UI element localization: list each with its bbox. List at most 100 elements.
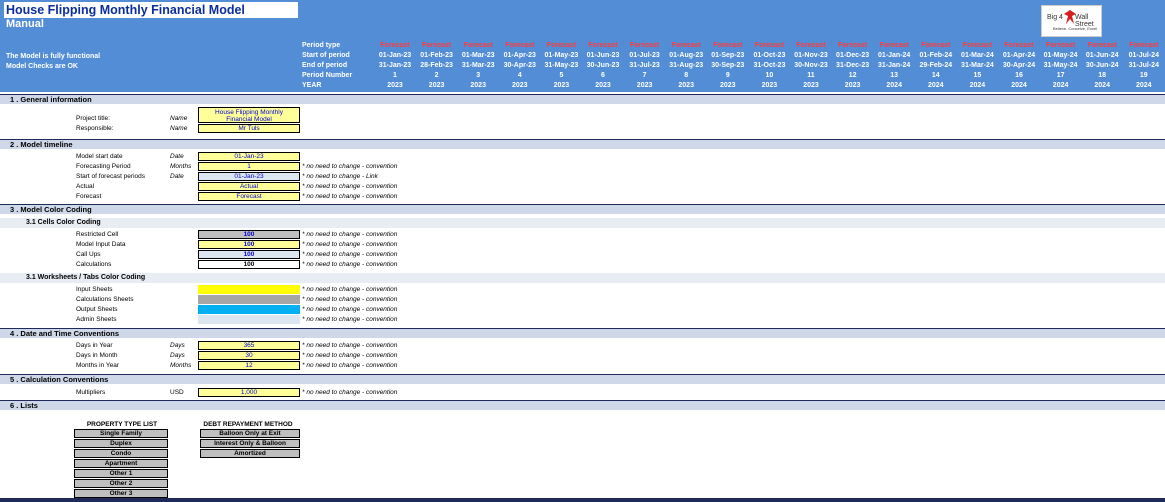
- responsible-unit: Name: [170, 125, 188, 132]
- period-start-cell: 01-Apr-23: [503, 52, 536, 59]
- timeline-row-unit: Date: [170, 173, 184, 180]
- period-year-cell: 2023: [803, 82, 819, 89]
- period-start-cell: 01-Nov-23: [794, 52, 828, 59]
- period-year-cell: 2024: [969, 82, 986, 89]
- cell-coding-row-input[interactable]: 100: [198, 240, 300, 249]
- period-type-cell: Forecast: [956, 42, 999, 49]
- datetime-row-note: * no need to change - convention: [302, 362, 398, 369]
- sheet-coding-row-label: Output Sheets: [76, 306, 118, 313]
- period-end-cell: 30-Apr-24: [1002, 62, 1036, 69]
- period-type-cell: Forecast: [665, 42, 708, 49]
- period-year-cell: 2024: [1094, 82, 1110, 89]
- period-type-cell: Forecast: [790, 42, 832, 49]
- project-unit: Name: [170, 115, 188, 122]
- period-end-cell: 30-Jun-24: [1085, 62, 1119, 69]
- multipliers-input[interactable]: 1,000: [198, 388, 300, 397]
- multipliers-unit: USD: [170, 389, 184, 396]
- property-list-header: PROPERTY TYPE LIST: [86, 421, 158, 428]
- timeline-row-input[interactable]: 1: [198, 162, 300, 171]
- cell-coding-row-note: * no need to change - convention: [302, 241, 398, 248]
- period-end-cell: 31-May-23: [544, 62, 579, 69]
- cell-coding-row-label: Calculations: [76, 261, 112, 268]
- period-type-cell: Forecast: [873, 42, 916, 49]
- timeline-row-note: * no need to change - convention: [302, 193, 398, 200]
- sheet-coding-row-note: * no need to change - convention: [302, 286, 398, 293]
- period-type-cell: Forecast: [748, 42, 791, 49]
- datetime-row-unit: Days: [170, 352, 185, 359]
- property-type-item: Other 3: [74, 489, 168, 498]
- sheet-title: Manual: [6, 18, 44, 30]
- debt-list-header: DEBT REPAYMENT METHOD: [203, 421, 293, 428]
- sheet-coding-row-note: * no need to change - convention: [302, 296, 398, 303]
- period-year-cell: 2024: [1136, 82, 1152, 89]
- period-number-cell: 7: [642, 72, 647, 79]
- period-start-cell: 01-Jun-24: [1085, 52, 1119, 59]
- period-type-cell: Forecast: [374, 42, 416, 49]
- period-year-cell: 2023: [844, 82, 861, 89]
- period-end-cell: 31-Mar-23: [461, 62, 495, 69]
- debt-method-item: Amortized: [200, 449, 300, 458]
- period-number-cell: 14: [931, 72, 940, 79]
- section-lists: 6 . Lists: [0, 400, 1165, 410]
- cell-coding-row-label: Model Input Data: [76, 241, 126, 248]
- row-label-end: End of period: [302, 62, 348, 69]
- datetime-row-input[interactable]: 365: [198, 341, 300, 350]
- cell-coding-row-note: * no need to change - convention: [302, 231, 398, 238]
- period-type-cell: Forecast: [1039, 42, 1082, 49]
- period-number-cell: 8: [684, 72, 689, 79]
- period-year-cell: 2023: [678, 82, 694, 89]
- timeline-row-unit: Months: [170, 163, 192, 170]
- section-date-time: 4 . Date and Time Conventions: [0, 328, 1165, 338]
- timeline-row-label: Start of forecast periods: [76, 173, 146, 180]
- period-year-cell: 2024: [1052, 82, 1069, 89]
- section-color-coding: 3 . Model Color Coding: [0, 204, 1165, 214]
- period-number-cell: 11: [807, 72, 815, 79]
- responsible-label: Responsible:: [76, 125, 114, 132]
- sheet-coding-row-swatch: [198, 315, 300, 324]
- period-start-cell: 01-Jan-24: [878, 52, 911, 59]
- period-start-cell: 01-Jun-23: [586, 52, 620, 59]
- period-end-cell: 30-Sep-23: [711, 62, 745, 69]
- period-number-cell: 19: [1139, 72, 1148, 79]
- cell-coding-row-input[interactable]: 100: [198, 230, 300, 239]
- period-year-cell: 2023: [761, 82, 778, 89]
- datetime-row-input[interactable]: 12: [198, 361, 300, 370]
- timeline-row-note: * no need to change - Link: [302, 173, 378, 180]
- responsible-input[interactable]: Mr Tuls: [198, 124, 300, 133]
- datetime-row-label: Days in Year: [76, 342, 113, 349]
- period-year-cell: 2023: [553, 82, 570, 89]
- period-type-cell: Forecast: [582, 42, 624, 49]
- timeline-row-input[interactable]: Forecast: [198, 192, 300, 201]
- cell-coding-row-input[interactable]: 100: [198, 250, 300, 259]
- sheet-coding-row-swatch: [198, 305, 300, 314]
- timeline-row-input[interactable]: Actual: [198, 182, 300, 191]
- timeline-row-note: * no need to change - convention: [302, 163, 398, 170]
- property-type-item: Duplex: [74, 439, 168, 448]
- period-number-cell: 15: [973, 72, 982, 79]
- timeline-row-input[interactable]: 01-Jan-23: [198, 152, 300, 161]
- period-year-cell: 2023: [387, 82, 403, 89]
- timeline-row-label: Forecast: [76, 193, 102, 200]
- project-label: Project title:: [76, 115, 110, 122]
- timeline-row-label: Actual: [76, 183, 95, 190]
- timeline-row-input[interactable]: 01-Jan-23: [198, 172, 300, 181]
- period-type-cell: Forecast: [831, 42, 874, 49]
- property-type-item: Apartment: [74, 459, 168, 468]
- row-label-year: YEAR: [302, 82, 322, 89]
- cell-coding-row-input[interactable]: 100: [198, 260, 300, 269]
- period-number-cell: 4: [517, 72, 522, 79]
- property-type-item: Single Family: [74, 429, 168, 438]
- period-start-cell: 01-Jul-24: [1128, 52, 1159, 59]
- period-year-cell: 2023: [512, 82, 528, 89]
- period-number-cell: 6: [601, 72, 605, 79]
- section-general: 1 . General information: [0, 94, 1165, 104]
- cell-coding-row-label: Call Ups: [76, 251, 101, 258]
- period-end-cell: 31-May-24: [1043, 62, 1078, 69]
- datetime-row-note: * no need to change - convention: [302, 342, 398, 349]
- period-end-cell: 30-Apr-23: [503, 62, 536, 69]
- period-number-cell: 18: [1098, 72, 1107, 79]
- period-end-cell: 31-Jul-23: [629, 62, 660, 69]
- datetime-row-input[interactable]: 30: [198, 351, 300, 360]
- period-type-cell: Forecast: [498, 42, 541, 49]
- project-title-input[interactable]: House Flipping Monthly Financial Model: [198, 107, 300, 123]
